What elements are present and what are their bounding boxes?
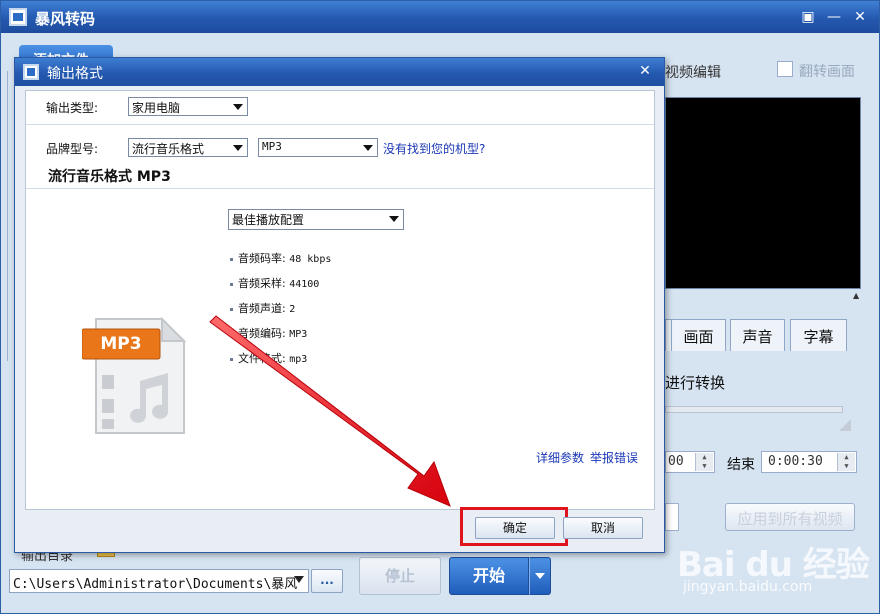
output-path-value: C:\Users\Administrator\Documents\暴风: [13, 577, 298, 592]
menu-icon[interactable]: ▣: [799, 8, 817, 26]
stop-button[interactable]: 停止: [359, 557, 441, 595]
output-type-value: 家用电脑: [132, 101, 181, 115]
close-icon[interactable]: ✕: [636, 62, 654, 80]
preset-value: 最佳播放配置: [232, 213, 305, 227]
chevron-down-icon: [363, 145, 373, 151]
param-value: MP3: [289, 329, 308, 340]
dialog-logo-icon: [23, 64, 39, 80]
output-path-select[interactable]: C:\Users\Administrator\Documents\暴风: [9, 569, 309, 593]
chevron-down-icon: [294, 576, 304, 583]
spinner-arrows-icon[interactable]: ▲ ▼: [695, 453, 713, 471]
chevron-down-icon: [389, 216, 399, 222]
video-edit-label: 视频编辑: [665, 65, 721, 81]
param-label: 文件格式:: [238, 352, 286, 365]
param-label: 音频编码:: [238, 327, 286, 340]
param-sample-rate: 音频采样: 44100: [230, 275, 319, 291]
model-select[interactable]: MP3: [258, 138, 378, 157]
watermark-url: jingyan.baidu.com: [683, 579, 813, 595]
mp3-badge-label: MP3: [100, 334, 142, 354]
start-button[interactable]: 开始: [449, 557, 529, 595]
model-value: MP3: [262, 140, 282, 153]
param-file-format: 文件格式: mp3: [230, 350, 307, 366]
output-type-select[interactable]: 家用电脑: [128, 97, 248, 116]
dialog-titlebar[interactable]: 输出格式 ✕: [15, 58, 664, 86]
flip-checkbox[interactable]: [777, 61, 793, 77]
convert-section-label: 进行转换: [665, 374, 726, 392]
trim-slider-handle[interactable]: [839, 419, 851, 431]
output-format-dialog: 输出格式 ✕ 输出类型: 家用电脑 品牌型号: 流行音乐格式 MP3 没有找到您…: [14, 57, 665, 553]
start-time-spinner[interactable]: 00 ▲ ▼: [665, 451, 715, 473]
close-icon[interactable]: ✕: [851, 8, 869, 26]
spinner-arrows-icon[interactable]: ▲ ▼: [837, 453, 855, 471]
tab-subtitle[interactable]: 字幕: [790, 319, 847, 351]
preview-expand-icon[interactable]: ▲: [853, 291, 859, 300]
cancel-button[interactable]: 取消: [563, 517, 643, 539]
param-label: 音频码率:: [238, 252, 286, 265]
tab-picture[interactable]: 画面: [671, 319, 726, 351]
small-input[interactable]: [665, 503, 679, 531]
trim-slider-track[interactable]: [665, 406, 843, 413]
end-time-spinner[interactable]: 0:00:30 ▲ ▼: [761, 451, 857, 473]
main-titlebar[interactable]: 暴风转码 ▣ — ✕: [1, 1, 879, 33]
param-label: 音频声道:: [238, 302, 286, 315]
brand-select[interactable]: 流行音乐格式: [128, 138, 248, 157]
model-missing-link[interactable]: 没有找到您的机型?: [383, 140, 485, 157]
confirm-highlight-box: [460, 507, 568, 546]
report-error-link[interactable]: 举报错误: [590, 449, 638, 466]
divider: [26, 124, 654, 125]
chevron-down-icon: [233, 104, 243, 110]
tab-audio[interactable]: 声音: [730, 319, 785, 351]
param-value: 2: [289, 304, 296, 315]
dialog-body: 输出类型: 家用电脑 品牌型号: 流行音乐格式 MP3 没有找到您的机型? 流行…: [25, 90, 655, 510]
param-label: 音频采样:: [238, 277, 286, 290]
dialog-title: 输出格式: [47, 66, 103, 82]
param-value: 44100: [289, 279, 320, 290]
param-value: 48 kbps: [289, 254, 332, 265]
param-value: mp3: [289, 354, 308, 365]
app-title: 暴风转码: [35, 10, 96, 28]
start-options-dropdown[interactable]: [529, 557, 551, 595]
format-section-title: 流行音乐格式 MP3: [48, 169, 171, 185]
app-logo-icon: [9, 8, 27, 26]
end-time-label: 结束: [727, 457, 755, 473]
browse-button[interactable]: ...: [311, 569, 343, 593]
preset-select[interactable]: 最佳播放配置: [228, 209, 404, 230]
param-channels: 音频声道: 2: [230, 300, 295, 316]
video-preview: [665, 97, 861, 289]
end-time-value: 0:00:30: [768, 454, 823, 469]
apply-to-all-button[interactable]: 应用到所有视频: [725, 503, 855, 531]
param-codec: 音频编码: MP3: [230, 325, 307, 341]
start-time-value: 00: [668, 454, 684, 469]
output-type-label: 输出类型:: [46, 101, 99, 115]
divider: [26, 188, 654, 189]
brand-label: 品牌型号:: [46, 142, 99, 156]
minimize-icon[interactable]: —: [825, 8, 843, 26]
flip-label: 翻转画面: [799, 64, 855, 80]
chevron-down-icon: [233, 145, 243, 151]
detail-params-link[interactable]: 详细参数: [536, 449, 584, 466]
brand-value: 流行音乐格式: [132, 142, 205, 156]
param-bitrate: 音频码率: 48 kbps: [230, 250, 331, 266]
